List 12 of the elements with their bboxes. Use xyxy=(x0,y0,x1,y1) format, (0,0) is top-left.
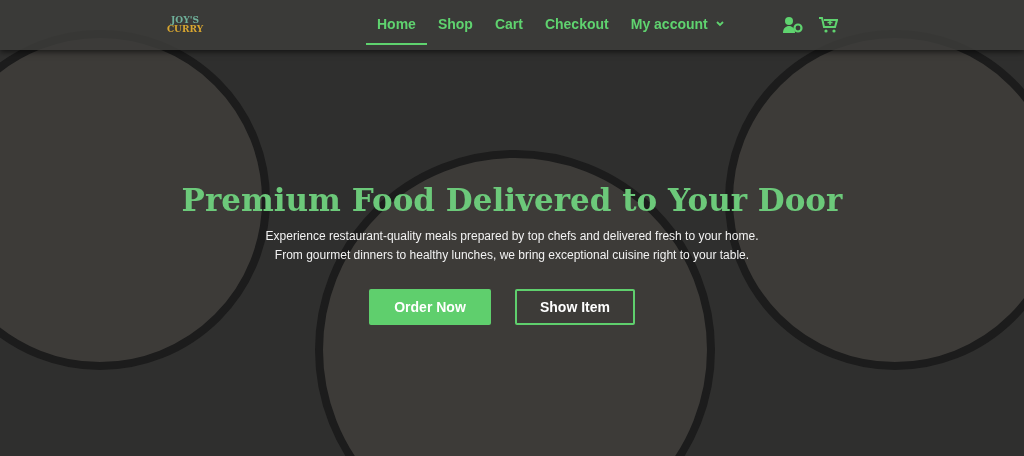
nav-link[interactable]: Cart xyxy=(483,5,534,45)
hero-text: From gourmet dinners to healthy lunches, we bring exceptional cuisine right to your table. xyxy=(274,247,750,265)
show-item-button[interactable]: Show Item xyxy=(515,289,635,326)
user-settings-icon[interactable] xyxy=(783,17,803,33)
hero-title: Premium Food Delivered to Your Door xyxy=(181,182,843,220)
logo[interactable]: JOY'S CURRY xyxy=(168,16,202,34)
cart-icon[interactable] xyxy=(819,17,838,33)
nav-link[interactable]: Home xyxy=(366,5,427,45)
nav-link[interactable]: Shop xyxy=(426,5,484,45)
nav-link[interactable]: Checkout xyxy=(533,5,620,45)
hero-text: Experience restaurant-quality meals prepared by top chefs and delivered fresh to your home. xyxy=(265,228,759,246)
nav-link[interactable]: My account xyxy=(619,5,735,45)
